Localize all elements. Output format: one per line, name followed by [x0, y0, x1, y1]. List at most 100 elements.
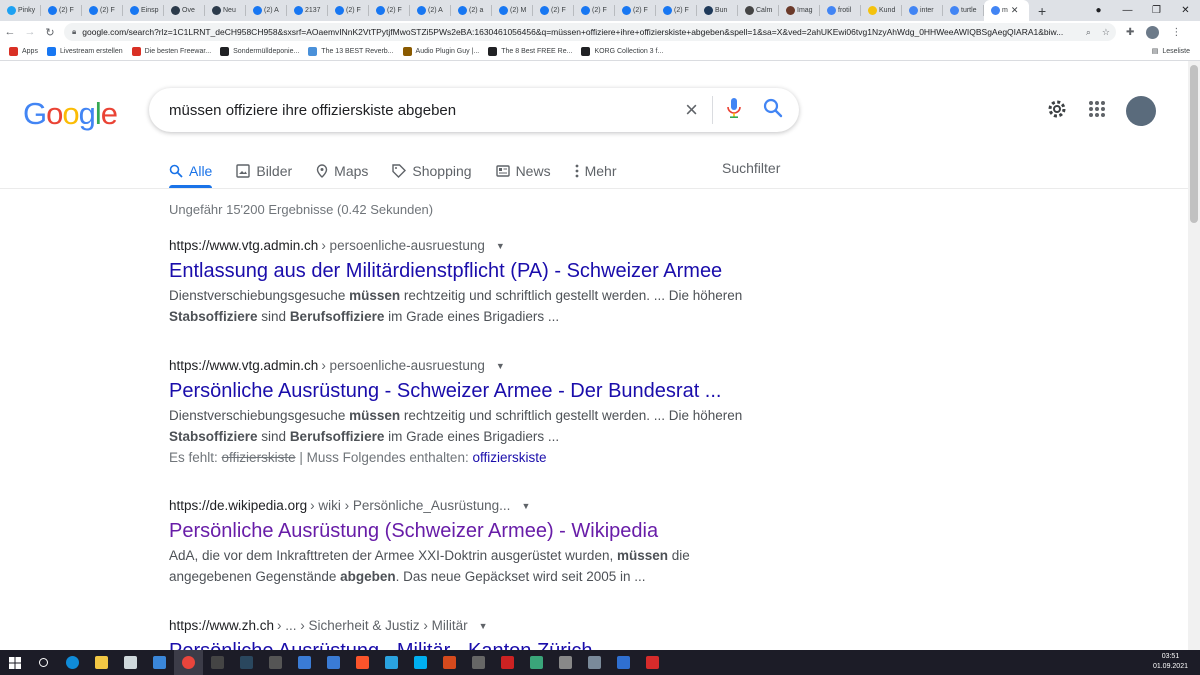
result-title-link[interactable]: Entlassung aus der Militärdienstpflicht … [169, 260, 749, 283]
tab-mehr[interactable]: Mehr [575, 154, 616, 188]
taskbar-app[interactable] [145, 650, 174, 675]
browser-tab[interactable]: (2) F [41, 0, 82, 21]
tab-shopping[interactable]: Shopping [392, 154, 472, 188]
result-host[interactable]: https://www.zh.ch [169, 618, 274, 633]
browser-tab[interactable]: inter [902, 0, 943, 21]
browser-tab[interactable]: (2) A [410, 0, 451, 21]
browser-tab[interactable]: (2) A [246, 0, 287, 21]
page-scrollbar[interactable] [1188, 61, 1200, 650]
chevron-down-icon[interactable]: ▼ [496, 361, 505, 371]
taskbar-app[interactable] [522, 650, 551, 675]
tab-alle[interactable]: Alle [169, 154, 213, 188]
must-include-link[interactable]: offizierskiste [472, 450, 546, 465]
system-clock[interactable]: 03:51 01.09.2021 [1153, 652, 1188, 672]
browser-tab[interactable]: Ove [164, 0, 205, 21]
clear-search-icon[interactable]: × [685, 99, 698, 121]
browser-tab[interactable]: (2) F [533, 0, 574, 21]
close-tab-icon[interactable]: ✕ [1011, 5, 1019, 16]
taskbar-app[interactable] [406, 650, 435, 675]
taskbar-app[interactable] [29, 650, 58, 675]
taskbar-app[interactable] [493, 650, 522, 675]
bookmark-item[interactable]: The 8 Best FREE Re... [488, 47, 572, 56]
url-text[interactable]: google.com/search?rlz=1C1LRNT_deCH958CH9… [82, 27, 1072, 37]
bookmark-item[interactable]: Audio Plugin Guy |... [402, 47, 479, 56]
minimize-icon[interactable]: — [1113, 5, 1142, 16]
extensions-icon[interactable]: ✚ [1126, 27, 1134, 38]
browser-tab[interactable]: Kund [861, 0, 902, 21]
bookmark-item[interactable]: Livestream erstellen [46, 47, 123, 56]
taskbar-app[interactable] [551, 650, 580, 675]
result-host[interactable]: https://www.vtg.admin.ch [169, 358, 318, 373]
browser-tab[interactable]: Calm [738, 0, 779, 21]
browser-tab[interactable]: (2) F [369, 0, 410, 21]
profile-icon[interactable]: ● [1084, 5, 1113, 16]
taskbar-app[interactable] [58, 650, 87, 675]
chevron-down-icon[interactable]: ▼ [479, 621, 488, 631]
tab-bilder[interactable]: Bilder [236, 154, 292, 188]
search-icon[interactable] [763, 98, 783, 122]
bookmark-item[interactable]: Apps [9, 47, 38, 56]
taskbar-app[interactable] [87, 650, 116, 675]
forward-icon[interactable]: → [20, 26, 40, 38]
account-avatar[interactable] [1126, 96, 1156, 126]
search-filter-button[interactable]: Suchfilter [722, 160, 780, 176]
menu-icon[interactable]: ⋮ [1171, 27, 1181, 38]
search-box[interactable]: müssen offiziere ihre offizierskiste abg… [149, 88, 799, 132]
browser-tab[interactable]: turtle [943, 0, 984, 21]
browser-tab[interactable]: (2) F [656, 0, 697, 21]
bookmark-item[interactable]: The 13 BEST Reverb... [308, 47, 394, 56]
bookmark-star-icon[interactable]: ☆ [1102, 27, 1110, 38]
chevron-down-icon[interactable]: ▼ [496, 241, 505, 251]
browser-tab[interactable]: Einsp [123, 0, 164, 21]
browser-tab[interactable]: (2) M [492, 0, 533, 21]
browser-tab[interactable]: (2) F [574, 0, 615, 21]
taskbar-app[interactable] [290, 650, 319, 675]
browser-tab[interactable]: (2) a [451, 0, 492, 21]
new-tab-button[interactable]: + [1038, 3, 1046, 19]
taskbar-app[interactable] [609, 650, 638, 675]
bookmark-item[interactable]: Sondermülldeponie... [220, 47, 299, 56]
browser-tab[interactable]: Bun [697, 0, 738, 21]
taskbar-app[interactable] [319, 650, 348, 675]
browser-tab[interactable]: Neu [205, 0, 246, 21]
taskbar-app[interactable] [232, 650, 261, 675]
restore-icon[interactable]: ❐ [1142, 5, 1171, 16]
browser-tab[interactable]: (2) F [328, 0, 369, 21]
bookmark-item[interactable]: Die besten Freewar... [131, 47, 211, 56]
taskbar-app[interactable] [580, 650, 609, 675]
tab-maps[interactable]: Maps [316, 154, 368, 188]
browser-tab[interactable]: 2137 [287, 0, 328, 21]
reading-list-button[interactable]: ▤ Leseliste [1152, 47, 1190, 56]
result-host[interactable]: https://de.wikipedia.org [169, 498, 307, 513]
taskbar-app[interactable] [203, 650, 232, 675]
reload-icon[interactable]: ↻ [40, 26, 60, 39]
taskbar-app[interactable] [116, 650, 145, 675]
result-title-link[interactable]: Persönliche Ausrüstung (Schweizer Armee)… [169, 520, 749, 543]
taskbar-app[interactable] [174, 650, 203, 675]
back-icon[interactable]: ← [0, 26, 20, 38]
taskbar-app[interactable] [435, 650, 464, 675]
browser-tab[interactable]: Pinky [0, 0, 41, 21]
lock-icon[interactable]: 🔒︎ [72, 27, 76, 37]
tab-news[interactable]: News [495, 154, 551, 188]
bookmark-item[interactable]: KORG Collection 3 f... [581, 47, 663, 56]
search-input[interactable]: müssen offiziere ihre offizierskiste abg… [169, 102, 456, 119]
profile-avatar-icon[interactable] [1146, 25, 1160, 39]
result-title-link[interactable]: Persönliche Ausrüstung - Schweizer Armee… [169, 380, 749, 403]
scrollbar-thumb[interactable] [1190, 65, 1198, 223]
windows-start-icon[interactable] [0, 650, 29, 675]
taskbar-app[interactable] [261, 650, 290, 675]
microphone-icon[interactable] [727, 98, 741, 122]
taskbar-app[interactable] [377, 650, 406, 675]
close-window-icon[interactable]: ✕ [1171, 5, 1200, 16]
omnibox[interactable]: 🔒︎ google.com/search?rlz=1C1LRNT_deCH958… [64, 23, 1116, 41]
browser-tab[interactable]: (2) F [615, 0, 656, 21]
google-logo[interactable]: Google [23, 96, 118, 132]
settings-gear-icon[interactable] [1046, 98, 1068, 125]
browser-tab[interactable]: (2) F [82, 0, 123, 21]
taskbar-app[interactable] [348, 650, 377, 675]
taskbar-app[interactable] [638, 650, 667, 675]
browser-tab[interactable]: Imag [779, 0, 820, 21]
browser-tab[interactable]: frotil [820, 0, 861, 21]
result-host[interactable]: https://www.vtg.admin.ch [169, 238, 318, 253]
